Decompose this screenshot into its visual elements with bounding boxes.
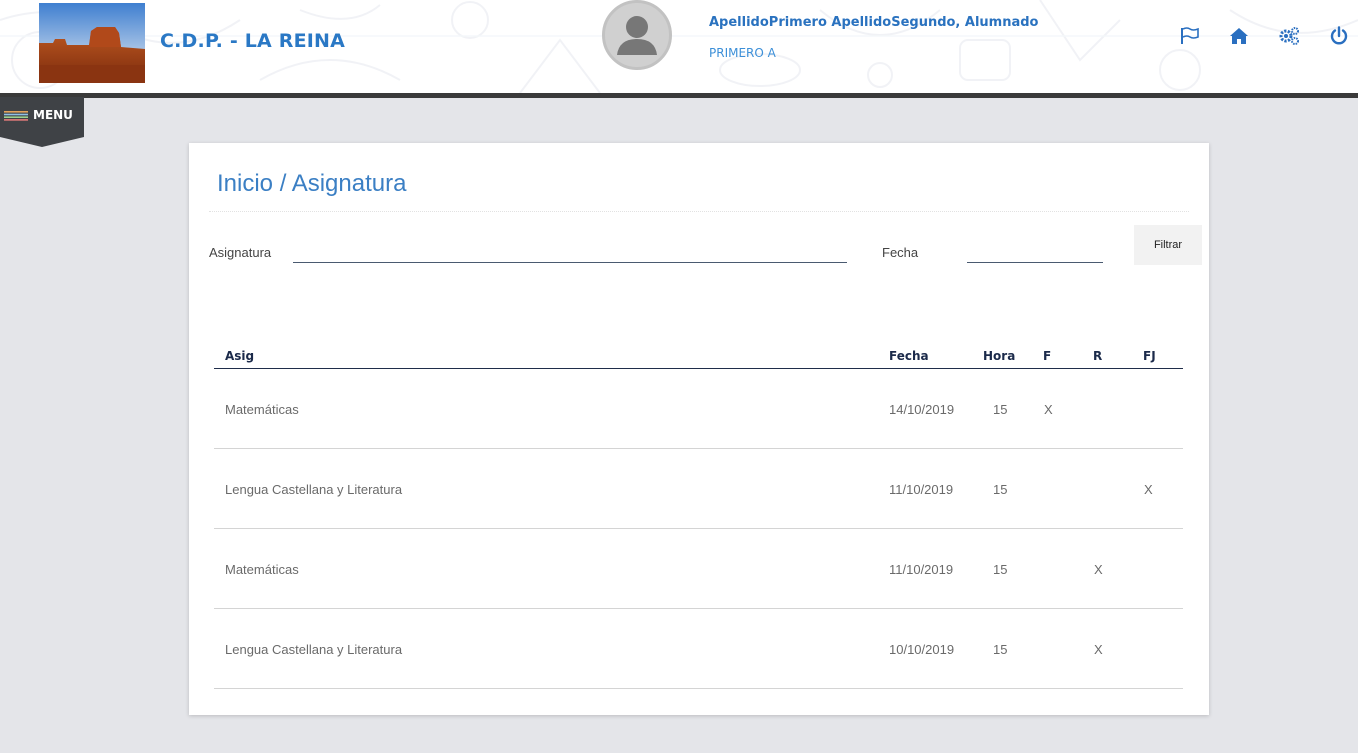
- subject-filter-input[interactable]: [293, 243, 847, 263]
- power-icon[interactable]: [1328, 25, 1350, 47]
- column-header-r[interactable]: R: [1093, 349, 1102, 363]
- user-avatar: [602, 0, 672, 70]
- cell-asig: Matemáticas: [225, 562, 299, 577]
- column-header-fecha[interactable]: Fecha: [889, 349, 929, 363]
- school-logo-image: [39, 3, 145, 83]
- user-name: ApellidoPrimero ApellidoSegundo, Alumnad…: [709, 15, 1039, 30]
- table-row[interactable]: Matemáticas 11/10/2019 15 X: [214, 529, 1183, 609]
- menu-toggle[interactable]: MENU: [0, 97, 84, 147]
- flag-icon[interactable]: [1179, 25, 1201, 47]
- column-header-f[interactable]: F: [1043, 349, 1051, 363]
- top-header: C.D.P. - LA REINA ApellidoPrimero Apelli…: [0, 0, 1358, 93]
- cell-hora: 15: [993, 402, 1008, 417]
- user-class: PRIMERO A: [709, 46, 776, 60]
- cell-hora: 15: [993, 562, 1008, 577]
- date-filter-input[interactable]: [967, 243, 1103, 263]
- cell-fecha: 14/10/2019: [889, 402, 955, 417]
- cell-hora: 15: [993, 482, 1008, 497]
- cell-asig: Lengua Castellana y Literatura: [225, 482, 403, 497]
- menu-icon: [4, 111, 28, 121]
- content-card: Inicio / Asignatura Asignatura Fecha Fil…: [189, 143, 1209, 715]
- page-title: Inicio / Asignatura: [217, 170, 407, 197]
- cell-fj: X: [1144, 482, 1153, 497]
- column-header-asig[interactable]: Asig: [225, 349, 254, 363]
- absences-table: Asig Fecha Hora F R FJ Matemáticas 14/10…: [214, 347, 1183, 689]
- date-filter-label: Fecha: [882, 245, 919, 260]
- table-row[interactable]: Lengua Castellana y Literatura 11/10/201…: [214, 449, 1183, 529]
- table-row[interactable]: Lengua Castellana y Literatura 10/10/201…: [214, 609, 1183, 689]
- cell-r: X: [1094, 562, 1103, 577]
- table-row[interactable]: Matemáticas 14/10/2019 15 X: [214, 369, 1183, 449]
- header-divider: [0, 93, 1358, 98]
- settings-icon[interactable]: [1278, 25, 1300, 47]
- column-header-hora[interactable]: Hora: [983, 349, 1015, 363]
- subject-filter-label: Asignatura: [209, 245, 272, 260]
- school-name[interactable]: C.D.P. - LA REINA: [160, 30, 345, 52]
- cell-fecha: 10/10/2019: [889, 642, 955, 657]
- cell-fecha: 11/10/2019: [889, 482, 954, 497]
- table-header: Asig Fecha Hora F R FJ: [214, 347, 1183, 369]
- cell-asig: Lengua Castellana y Literatura: [225, 642, 403, 657]
- cell-fecha: 11/10/2019: [889, 562, 954, 577]
- menu-label: MENU: [33, 108, 73, 122]
- column-header-fj[interactable]: FJ: [1143, 349, 1156, 363]
- cell-r: X: [1094, 642, 1103, 657]
- filter-button[interactable]: Filtrar: [1134, 225, 1202, 265]
- title-divider: [209, 211, 1189, 212]
- cell-asig: Matemáticas: [225, 402, 299, 417]
- home-icon[interactable]: [1228, 25, 1250, 47]
- cell-hora: 15: [993, 642, 1008, 657]
- cell-f: X: [1044, 402, 1053, 417]
